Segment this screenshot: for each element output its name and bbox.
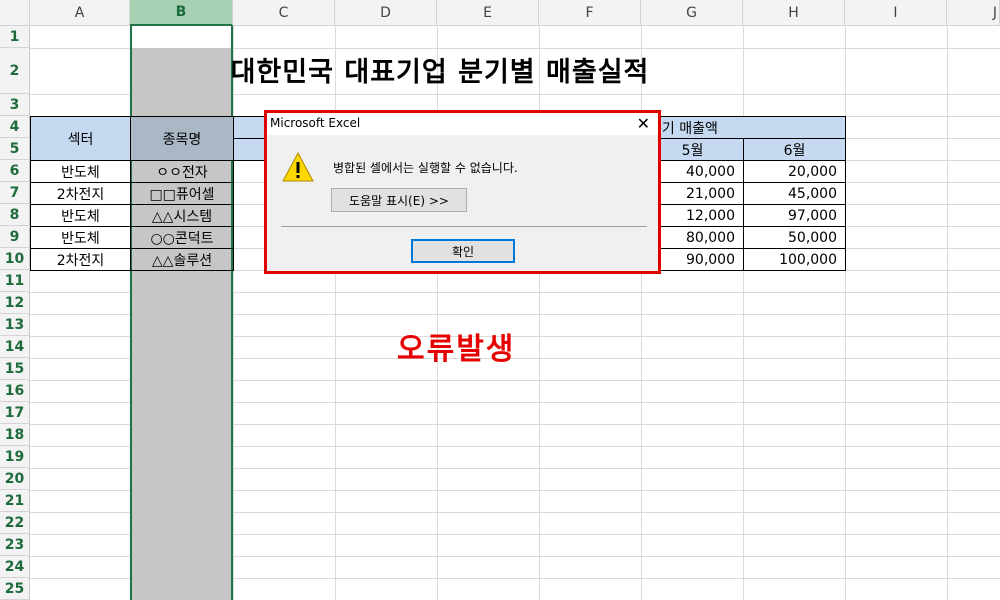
gridline xyxy=(947,26,948,600)
row-header-1[interactable]: 1 xyxy=(0,26,30,48)
header-sector[interactable]: 섹터 xyxy=(30,116,131,161)
cell-month6-value[interactable]: 50,000 xyxy=(743,226,846,249)
spreadsheet: A B C D E F G H I J 1 2 3 4 5 6 7 8 9 10… xyxy=(0,0,1000,600)
cell-month6-value[interactable]: 45,000 xyxy=(743,182,846,205)
row-header-17[interactable]: 17 xyxy=(0,402,30,424)
cell-month6-value[interactable]: 20,000 xyxy=(743,160,846,183)
cell-stock[interactable]: △△솔루션 xyxy=(130,248,234,271)
column-header-b[interactable]: B xyxy=(130,0,233,26)
column-header-j[interactable]: J xyxy=(947,0,1000,26)
row-header-18[interactable]: 18 xyxy=(0,424,30,446)
sheet-title: 대한민국 대표기업 분기별 매출실적 xyxy=(230,57,650,88)
row-header-9[interactable]: 9 xyxy=(0,226,30,248)
error-annotation: 오류발생 xyxy=(397,332,516,367)
selected-column-b[interactable] xyxy=(130,26,233,600)
gridline xyxy=(743,26,744,600)
row-header-12[interactable]: 12 xyxy=(0,292,30,314)
dialog-titlebar[interactable]: Microsoft Excel ✕ xyxy=(267,113,658,135)
row-header-7[interactable]: 7 xyxy=(0,182,30,204)
row-header-14[interactable]: 14 xyxy=(0,336,30,358)
row-header-8[interactable]: 8 xyxy=(0,204,30,226)
row-header-15[interactable]: 15 xyxy=(0,358,30,380)
cell-b1[interactable] xyxy=(132,26,231,48)
column-header-f[interactable]: F xyxy=(539,0,641,26)
dialog-separator xyxy=(281,226,647,227)
column-header-a[interactable]: A xyxy=(30,0,130,26)
column-header-e[interactable]: E xyxy=(437,0,539,26)
column-header-c[interactable]: C xyxy=(233,0,335,26)
ok-button[interactable]: 확인 xyxy=(411,239,515,263)
column-header-i[interactable]: I xyxy=(845,0,947,26)
column-header-d[interactable]: D xyxy=(335,0,437,26)
cell-stock[interactable]: □□퓨어셀 xyxy=(130,182,234,205)
row-header-2[interactable]: 2 xyxy=(0,48,30,94)
row-header-21[interactable]: 21 xyxy=(0,490,30,512)
cell-sector[interactable]: 2차전지 xyxy=(30,248,131,271)
cell-sector[interactable]: 반도체 xyxy=(30,160,131,183)
cell-month6-value[interactable]: 100,000 xyxy=(743,248,846,271)
dialog-message: 병합된 셀에서는 실행할 수 없습니다. xyxy=(333,161,518,175)
gridline xyxy=(845,26,846,600)
cell-stock[interactable]: ○○콘덕트 xyxy=(130,226,234,249)
cell-stock[interactable]: ㅇㅇ전자 xyxy=(130,160,234,183)
close-icon[interactable]: ✕ xyxy=(637,114,650,133)
header-stock[interactable]: 종목명 xyxy=(130,116,234,161)
row-header-20[interactable]: 20 xyxy=(0,468,30,490)
column-header-h[interactable]: H xyxy=(743,0,845,26)
select-all-corner[interactable] xyxy=(0,0,30,26)
warning-icon xyxy=(282,151,314,182)
cell-sector[interactable]: 반도체 xyxy=(30,226,131,249)
row-header-19[interactable]: 19 xyxy=(0,446,30,468)
row-header-10[interactable]: 10 xyxy=(0,248,30,270)
row-header-24[interactable]: 24 xyxy=(0,556,30,578)
cell-sector[interactable]: 2차전지 xyxy=(30,182,131,205)
excel-error-dialog: Microsoft Excel ✕ 병합된 셀에서는 실행할 수 없습니다. 도… xyxy=(264,110,661,274)
row-header-5[interactable]: 5 xyxy=(0,138,30,160)
gridline xyxy=(233,26,234,600)
row-header-6[interactable]: 6 xyxy=(0,160,30,182)
row-header-16[interactable]: 16 xyxy=(0,380,30,402)
cell-sector[interactable]: 반도체 xyxy=(30,204,131,227)
cell-stock[interactable]: △△시스템 xyxy=(130,204,234,227)
help-button[interactable]: 도움말 표시(E) >> xyxy=(331,188,467,212)
cell-month6-value[interactable]: 97,000 xyxy=(743,204,846,227)
column-header-g[interactable]: G xyxy=(641,0,743,26)
row-header-13[interactable]: 13 xyxy=(0,314,30,336)
row-header-25[interactable]: 25 xyxy=(0,578,30,600)
row-header-11[interactable]: 11 xyxy=(0,270,30,292)
dialog-title: Microsoft Excel xyxy=(270,116,361,130)
row-header-22[interactable]: 22 xyxy=(0,512,30,534)
row-header-3[interactable]: 3 xyxy=(0,94,30,116)
row-header-23[interactable]: 23 xyxy=(0,534,30,556)
header-month6[interactable]: 6월 xyxy=(743,138,846,161)
row-header-4[interactable]: 4 xyxy=(0,116,30,138)
